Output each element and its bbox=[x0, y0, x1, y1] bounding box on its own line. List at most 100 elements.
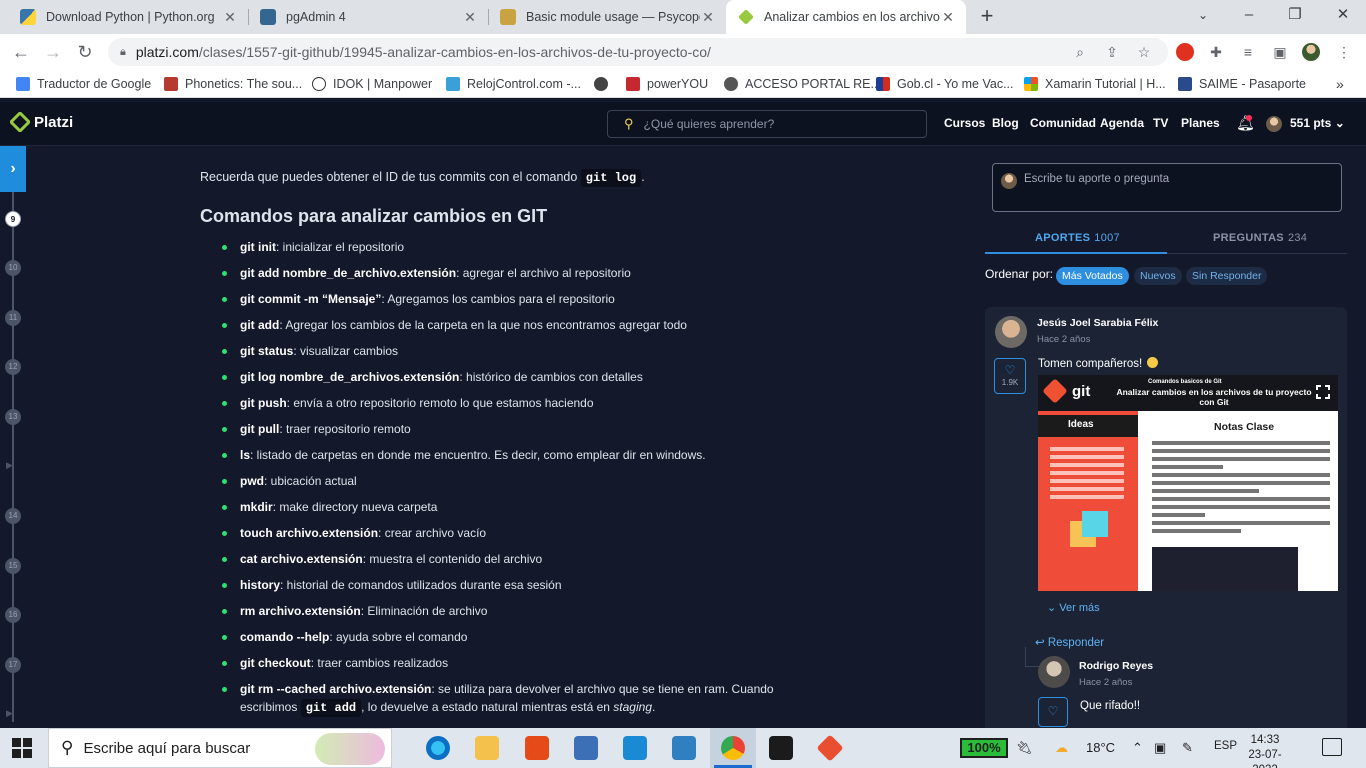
l-app-icon[interactable] bbox=[623, 736, 647, 760]
tab-search-icon[interactable]: ⌄ bbox=[1180, 0, 1226, 34]
battery-indicator[interactable]: 100% bbox=[960, 738, 1008, 758]
opera-extension-icon[interactable] bbox=[1176, 43, 1194, 61]
media-icon[interactable]: ≡ bbox=[1238, 40, 1258, 64]
chevron-up-icon[interactable]: ⌃ bbox=[1132, 740, 1143, 756]
timeline-item-current[interactable]: 9 bbox=[5, 211, 21, 227]
profile-avatar[interactable] bbox=[1302, 43, 1320, 61]
platzi-logo[interactable]: Platzi bbox=[10, 112, 73, 132]
weather-icon[interactable]: ☁ bbox=[1055, 740, 1068, 756]
bookmark-saime[interactable]: SAIME - Pasaporte bbox=[1178, 75, 1306, 93]
extensions-icon[interactable]: ✚ bbox=[1206, 40, 1226, 64]
edge-icon[interactable] bbox=[426, 736, 450, 760]
more-bookmarks-button[interactable]: » bbox=[1336, 75, 1344, 93]
side-panel-icon[interactable]: ▣ bbox=[1270, 40, 1290, 64]
expand-timeline-button[interactable]: › bbox=[0, 146, 26, 192]
minimize-icon[interactable]: – bbox=[1226, 0, 1272, 34]
user-avatar[interactable] bbox=[1266, 116, 1282, 132]
timeline-item[interactable]: 17 bbox=[5, 657, 21, 673]
bookmark-idok[interactable]: IDOK | Manpower bbox=[312, 75, 432, 93]
tab-aportes[interactable]: APORTES 1007 bbox=[1035, 232, 1120, 244]
nav-planes[interactable]: Planes bbox=[1181, 116, 1220, 130]
bookmark-star-icon[interactable]: ☆ bbox=[1134, 40, 1154, 64]
chevron-down-icon: ⌄ bbox=[1047, 602, 1057, 614]
control-panel-icon[interactable] bbox=[672, 736, 696, 760]
pen-icon[interactable]: ✎ bbox=[1182, 740, 1193, 756]
filter-sin-responder[interactable]: Sin Responder bbox=[1186, 267, 1268, 285]
tab-psycopg[interactable]: Basic module usage — Psycopg 2 ✕ bbox=[488, 0, 726, 34]
back-icon[interactable]: ← bbox=[8, 40, 34, 64]
bookmark-phonetics[interactable]: Phonetics: The sou... bbox=[164, 75, 302, 93]
bookmark-poweryou[interactable]: powerYOU bbox=[626, 75, 708, 93]
timeline-item[interactable]: 13 bbox=[5, 409, 21, 425]
more-menu-icon[interactable]: ⋮ bbox=[1334, 40, 1354, 64]
like-button[interactable]: ♡ 1.9K bbox=[994, 358, 1026, 394]
reply-author[interactable]: Rodrigo Reyes bbox=[1079, 660, 1153, 672]
bookmark-relojcontrol[interactable]: RelojControl.com -... bbox=[446, 75, 581, 93]
fullscreen-icon[interactable] bbox=[1315, 384, 1331, 400]
nav-comunidad[interactable]: Comunidad bbox=[1030, 116, 1096, 130]
file-explorer-icon[interactable] bbox=[475, 736, 499, 760]
reload-icon[interactable]: ↻ bbox=[72, 40, 98, 64]
filter-mas-votados[interactable]: Más Votados bbox=[1056, 267, 1129, 285]
close-icon[interactable]: ✕ bbox=[222, 9, 238, 26]
close-window-icon[interactable]: ✕ bbox=[1320, 0, 1366, 34]
restore-icon[interactable]: ❐ bbox=[1272, 0, 1318, 34]
bookmark-traductor[interactable]: Traductor de Google bbox=[16, 75, 151, 93]
notification-center-icon[interactable] bbox=[1322, 738, 1342, 756]
timeline-item[interactable]: 16 bbox=[5, 607, 21, 623]
system-clock[interactable]: 14:33 23-07-2022 bbox=[1236, 733, 1294, 768]
filter-nuevos[interactable]: Nuevos bbox=[1134, 267, 1182, 285]
comment-author[interactable]: Jesús Joel Sarabia Félix bbox=[1037, 317, 1158, 329]
power-plug-icon[interactable]: 🔌︎ bbox=[1016, 740, 1033, 756]
nav-blog[interactable]: Blog bbox=[992, 116, 1019, 130]
share-icon[interactable]: ⇪ bbox=[1102, 40, 1122, 64]
quiz-flag-icon[interactable]: ▶ bbox=[6, 708, 13, 719]
temperature[interactable]: 18°C bbox=[1086, 740, 1115, 755]
comment-image[interactable]: git Comandos basicos de Git Analizar cam… bbox=[1038, 375, 1338, 591]
nav-agenda[interactable]: Agenda bbox=[1100, 116, 1144, 130]
git-icon[interactable] bbox=[816, 734, 844, 762]
nav-cursos[interactable]: Cursos bbox=[944, 116, 985, 130]
close-icon[interactable]: ✕ bbox=[462, 9, 478, 26]
nav-tv[interactable]: TV bbox=[1153, 116, 1168, 130]
timeline-item[interactable]: 14 bbox=[5, 508, 21, 524]
network-icon[interactable]: ▣ bbox=[1154, 740, 1166, 756]
forward-icon[interactable]: → bbox=[40, 40, 66, 64]
tab-preguntas[interactable]: PREGUNTAS 234 bbox=[1213, 232, 1307, 244]
tab-python-download[interactable]: Download Python | Python.org ✕ bbox=[8, 0, 248, 34]
reply-like-button[interactable]: ♡ bbox=[1038, 697, 1068, 727]
remote-desktop-icon[interactable] bbox=[574, 736, 598, 760]
tab-label: pgAdmin 4 bbox=[286, 10, 346, 24]
reply-author-avatar[interactable] bbox=[1038, 656, 1070, 688]
course-search-input[interactable]: ⚲ ¿Qué quieres aprender? bbox=[607, 110, 927, 138]
timeline-item[interactable]: 10 bbox=[5, 260, 21, 276]
bookmark-acceso-portal[interactable]: ACCESO PORTAL RE... bbox=[724, 75, 881, 93]
windows-start-icon[interactable] bbox=[12, 738, 32, 758]
close-icon[interactable]: ✕ bbox=[700, 9, 716, 26]
timeline-item[interactable]: 11 bbox=[5, 310, 21, 326]
quiz-flag-icon[interactable]: ▶ bbox=[6, 460, 13, 471]
bookmark-gobcl[interactable]: Gob.cl - Yo me Vac... bbox=[876, 75, 1014, 93]
new-tab-button[interactable]: + bbox=[976, 5, 998, 27]
tab-count: 234 bbox=[1287, 232, 1308, 244]
tab-pgadmin[interactable]: pgAdmin 4 ✕ bbox=[248, 0, 488, 34]
reply-button[interactable]: ↩ Responder bbox=[1035, 635, 1104, 649]
timeline-item[interactable]: 12 bbox=[5, 359, 21, 375]
user-points[interactable]: 551 pts ⌄ bbox=[1290, 116, 1345, 130]
comment-composer-input[interactable]: Escribe tu aporte o pregunta bbox=[992, 163, 1342, 212]
taskbar-search-input[interactable]: ⚲ Escribe aquí para buscar bbox=[48, 728, 392, 768]
address-bar[interactable]: 🔒︎ platzi.com/clases/1557-git-github/199… bbox=[108, 38, 1168, 66]
ver-mas-link[interactable]: ⌄ Ver más bbox=[1047, 601, 1100, 614]
timeline-item[interactable]: 15 bbox=[5, 558, 21, 574]
chrome-icon[interactable] bbox=[721, 736, 745, 760]
terminal-icon[interactable] bbox=[769, 736, 793, 760]
tab-platzi-active[interactable]: Analizar cambios en los archivos d ✕ bbox=[726, 0, 966, 34]
author-avatar[interactable] bbox=[995, 316, 1027, 348]
language-indicator[interactable]: ESP bbox=[1214, 740, 1237, 752]
image-title: Analizar cambios en los archivos de tu p… bbox=[1116, 387, 1312, 407]
bookmark-xamarin[interactable]: Xamarin Tutorial | H... bbox=[1024, 75, 1166, 93]
close-icon[interactable]: ✕ bbox=[940, 9, 956, 26]
office-icon[interactable] bbox=[525, 736, 549, 760]
zoom-icon[interactable]: ⌕ bbox=[1070, 40, 1090, 64]
bookmark-globe[interactable] bbox=[594, 75, 615, 93]
